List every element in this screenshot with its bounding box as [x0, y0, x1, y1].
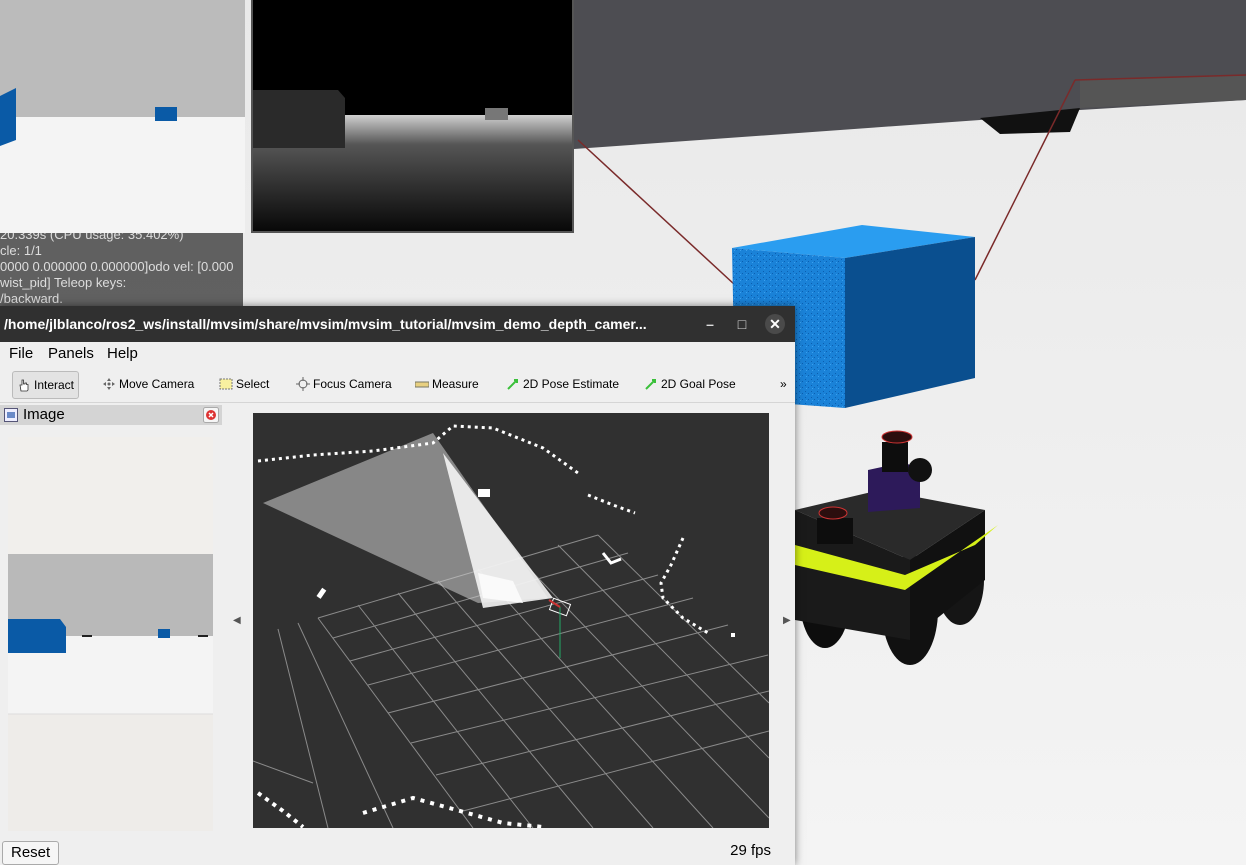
console-log: 20.339s (CPU usage: 35.402%) cle: 1/1 00…	[0, 233, 243, 306]
tool-bar: Interact Move Camera Select Focus Camera…	[0, 366, 795, 403]
measure-icon	[415, 381, 429, 388]
rgb-camera-preview	[0, 0, 245, 233]
window-title: /home/jlblanco/ros2_ws/install/mvsim/sha…	[4, 316, 647, 332]
focus-camera-icon	[296, 377, 310, 391]
window-titlebar[interactable]: /home/jlblanco/ros2_ws/install/mvsim/sha…	[0, 306, 795, 342]
image-blue-box-near	[8, 619, 66, 653]
menu-panels[interactable]: Panels	[48, 345, 94, 362]
move-camera-icon	[103, 378, 115, 390]
pose-arrow-icon	[507, 379, 518, 390]
focus-camera-tool[interactable]: Focus Camera	[292, 371, 396, 397]
console-line: 20.339s (CPU usage: 35.402%)	[0, 233, 184, 242]
close-icon[interactable]	[203, 407, 219, 423]
maximize-button[interactable]: □	[732, 314, 752, 334]
menu-file[interactable]: File	[9, 345, 33, 362]
select-tool[interactable]: Select	[215, 371, 273, 397]
hand-icon	[19, 379, 29, 392]
console-line: 0000 0.000000 0.000000]odo vel: [0.000	[0, 259, 234, 274]
blue-box-near	[0, 88, 16, 146]
console-line: wist_pid] Teleop keys:	[0, 275, 127, 290]
interact-tool[interactable]: Interact	[12, 371, 80, 399]
goal-pose-label: 2D Goal Pose	[661, 377, 736, 391]
image-panel-title: Image	[23, 406, 65, 423]
measure-tool[interactable]: Measure	[411, 371, 483, 397]
move-camera-tool[interactable]: Move Camera	[98, 371, 198, 397]
close-window-button[interactable]: ✕	[765, 314, 785, 334]
image-panel-icon	[4, 408, 18, 422]
collapse-left-arrow[interactable]: ◀	[233, 615, 241, 626]
goal-arrow-icon	[645, 379, 656, 390]
image-display	[8, 437, 213, 831]
image-panel: Image	[0, 403, 222, 833]
image-blue-box-far	[158, 629, 170, 638]
menu-help[interactable]: Help	[107, 345, 138, 362]
blue-box-far	[155, 107, 177, 121]
move-camera-label: Move Camera	[119, 377, 195, 391]
pose-estimate-tool[interactable]: 2D Pose Estimate	[502, 371, 623, 397]
status-bar: Reset 29 fps	[0, 838, 795, 865]
blue-box-side	[845, 237, 975, 408]
rviz-window: /home/jlblanco/ros2_ws/install/mvsim/sha…	[0, 306, 795, 865]
rviz-3d-viewport[interactable]	[253, 413, 769, 828]
fps-readout: 29 fps	[730, 842, 771, 859]
measure-label: Measure	[432, 377, 479, 391]
robot-tf-marker	[548, 597, 572, 658]
menu-bar: File Panels Help	[0, 342, 795, 366]
console-line: cle: 1/1	[0, 243, 42, 258]
reset-button[interactable]: Reset	[2, 841, 60, 865]
goal-pose-tool[interactable]: 2D Goal Pose	[640, 371, 740, 397]
depth-camera-preview	[251, 0, 574, 233]
toolbar-overflow-button[interactable]: »	[776, 371, 791, 397]
console-line: /backward.	[0, 291, 63, 306]
focus-camera-label: Focus Camera	[313, 377, 392, 391]
minimize-button[interactable]: –	[700, 314, 720, 334]
interact-label: Interact	[34, 378, 75, 392]
select-label: Select	[236, 377, 270, 391]
select-icon	[219, 378, 233, 390]
collapse-right-arrow[interactable]: ▶	[783, 615, 791, 626]
pose-estimate-label: 2D Pose Estimate	[523, 377, 620, 391]
image-panel-header[interactable]: Image	[0, 405, 222, 425]
